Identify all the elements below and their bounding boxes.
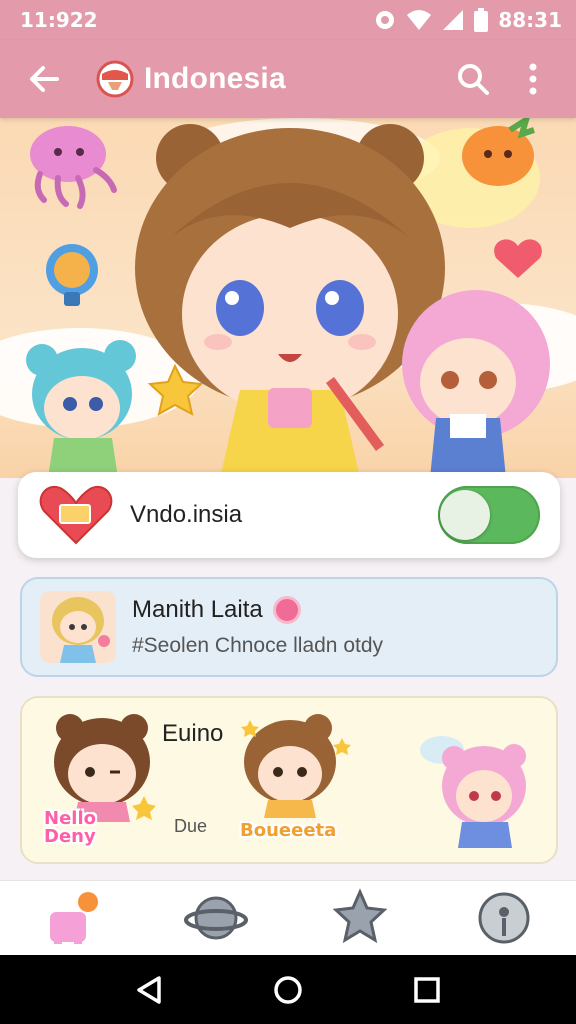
status-icons: 88:31 xyxy=(374,8,562,32)
page-title: Indonesia xyxy=(144,62,286,95)
lollipop-icon xyxy=(272,596,301,624)
indonesia-flag-icon xyxy=(96,60,134,98)
planet-icon xyxy=(184,896,248,940)
sticker-pack-caption: Due xyxy=(174,816,208,836)
sticker-tag-center: Boueeeta xyxy=(240,820,337,841)
sticker-pack-title: Euino xyxy=(162,720,224,747)
toggle-label: Vndo.insia xyxy=(130,501,243,528)
profile-avatar xyxy=(40,591,116,663)
status-bar: 11:922 88:31 xyxy=(0,0,576,40)
profile-name: Manith Laita xyxy=(132,596,263,623)
pink-girl-character xyxy=(402,290,550,478)
country-toggle-switch[interactable] xyxy=(438,486,540,544)
arrow-back-icon xyxy=(30,66,59,92)
wifi-icon xyxy=(406,9,432,31)
profile-list-card[interactable]: Manith Laita #Seolen Chnoce lladn otdy xyxy=(20,577,558,677)
sticker-pink-girl-right xyxy=(420,736,526,848)
nav-item-planet[interactable] xyxy=(181,886,251,950)
unicorn-icon xyxy=(50,892,98,944)
back-button[interactable] xyxy=(20,55,68,103)
recents-square-icon xyxy=(413,976,440,1003)
status-clock: 88:31 xyxy=(498,8,562,32)
system-navigation-bar xyxy=(0,955,576,1024)
profile-subtitle: #Seolen Chnoce lladn otdy xyxy=(132,634,384,657)
system-back-button[interactable] xyxy=(124,965,174,1015)
more-vert-icon xyxy=(529,63,537,95)
hero-illustration xyxy=(0,118,576,478)
system-recents-button[interactable] xyxy=(402,965,452,1015)
hero-scene xyxy=(0,118,576,478)
main-girl-character xyxy=(135,124,445,478)
back-triangle-icon xyxy=(137,975,162,1004)
search-icon xyxy=(458,64,489,95)
toggle-knob xyxy=(440,490,490,540)
nav-item-compass[interactable] xyxy=(469,886,539,950)
teal-girl-character xyxy=(26,340,136,478)
compass-icon xyxy=(478,892,530,944)
octopus-sticker xyxy=(30,126,117,209)
bottom-navigation xyxy=(0,880,576,955)
sticker-tag-left: Nello Deny xyxy=(44,808,96,847)
country-toggle-card: Vndo.insia xyxy=(18,472,560,558)
notification-dot-icon xyxy=(374,9,396,31)
lantern-sticker xyxy=(46,244,98,306)
more-menu-button[interactable] xyxy=(510,55,556,103)
signal-icon xyxy=(442,9,464,31)
sticker-pack-card[interactable]: Euino Due Nello Deny Boueeeta xyxy=(20,696,558,864)
status-time: 11:922 xyxy=(20,8,98,32)
search-button[interactable] xyxy=(450,55,496,103)
home-circle-icon xyxy=(274,975,302,1004)
heart-badge-icon xyxy=(38,483,114,547)
nav-item-unicorn[interactable] xyxy=(37,886,107,950)
battery-icon xyxy=(474,8,489,32)
star-icon xyxy=(332,888,388,944)
app-bar: Indonesia xyxy=(0,40,576,118)
system-home-button[interactable] xyxy=(263,965,313,1015)
nav-item-star[interactable] xyxy=(325,886,395,950)
heart-sticker xyxy=(494,239,542,278)
sticker-brown-girl-center xyxy=(244,714,336,818)
